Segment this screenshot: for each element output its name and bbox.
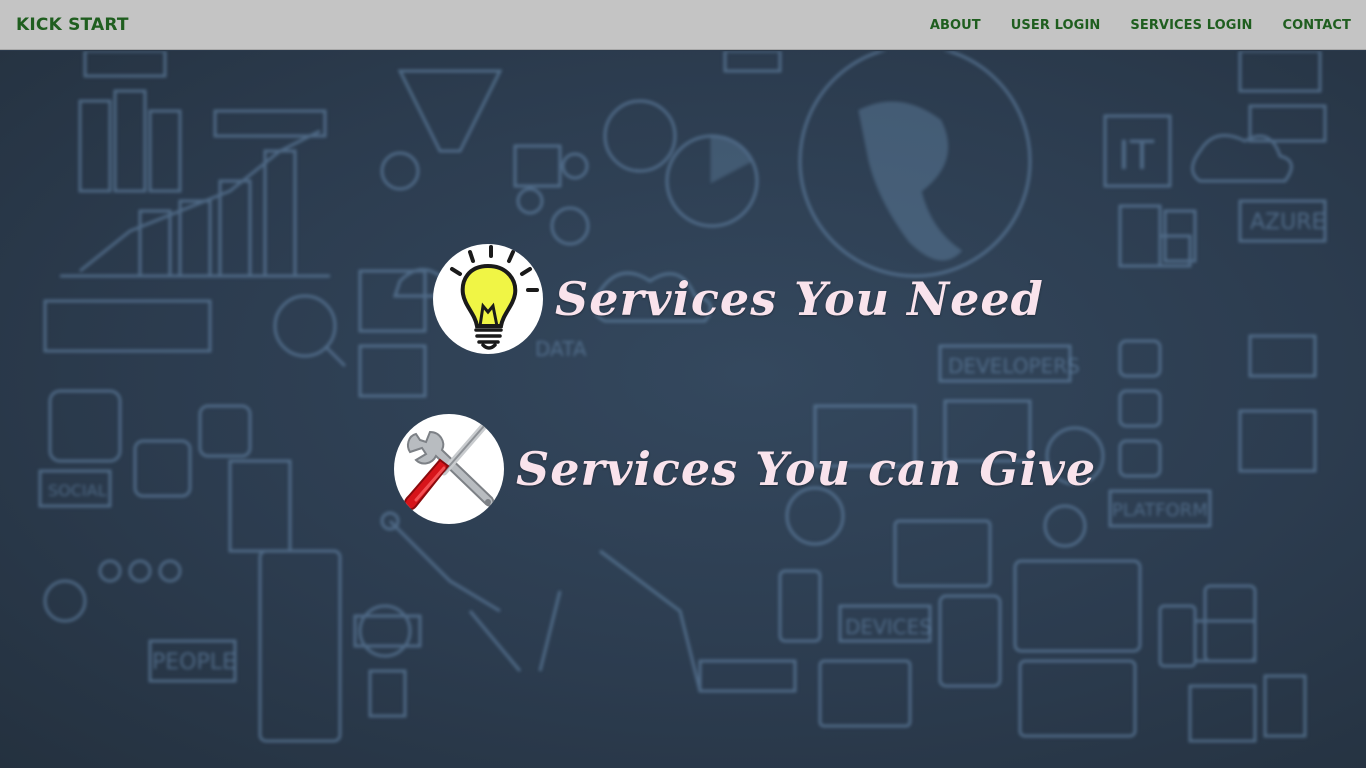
svg-text:IT: IT: [1118, 133, 1155, 179]
nav-link-about[interactable]: ABOUT: [930, 18, 981, 33]
svg-text:DEVICES: DEVICES: [845, 615, 932, 639]
services-you-can-give-link[interactable]: Services You can Give: [394, 414, 1096, 524]
tools-icon[interactable]: [394, 414, 504, 524]
lightbulb-icon[interactable]: [433, 244, 543, 354]
nav-links: ABOUT USER LOGIN SERVICES LOGIN CONTACT: [900, 0, 1351, 50]
background-sketch-graphic: IT AZURE DEVELOPERS DEVICES PLATFORM PEO…: [38, 51, 1327, 743]
brand-logo-link[interactable]: KICK START: [16, 0, 129, 50]
svg-text:PLATFORM: PLATFORM: [1112, 500, 1208, 521]
svg-text:PEOPLE: PEOPLE: [152, 650, 236, 675]
nav-link-contact[interactable]: CONTACT: [1283, 18, 1352, 33]
svg-text:SOCIAL: SOCIAL: [48, 481, 107, 500]
nav-link-user-login[interactable]: USER LOGIN: [1011, 18, 1101, 33]
svg-text:DEVELOPERS: DEVELOPERS: [948, 354, 1080, 378]
services-you-need-label[interactable]: Services You Need: [555, 272, 1044, 326]
services-you-can-give-label[interactable]: Services You can Give: [516, 442, 1096, 496]
services-you-need-link[interactable]: Services You Need: [433, 244, 1044, 354]
nav-link-services-login[interactable]: SERVICES LOGIN: [1130, 18, 1252, 33]
background-tech-illustration: IT AZURE DEVELOPERS DEVICES PLATFORM PEO…: [0, 51, 1366, 768]
top-navbar: KICK START ABOUT USER LOGIN SERVICES LOG…: [0, 0, 1366, 50]
svg-text:AZURE: AZURE: [1250, 210, 1325, 235]
